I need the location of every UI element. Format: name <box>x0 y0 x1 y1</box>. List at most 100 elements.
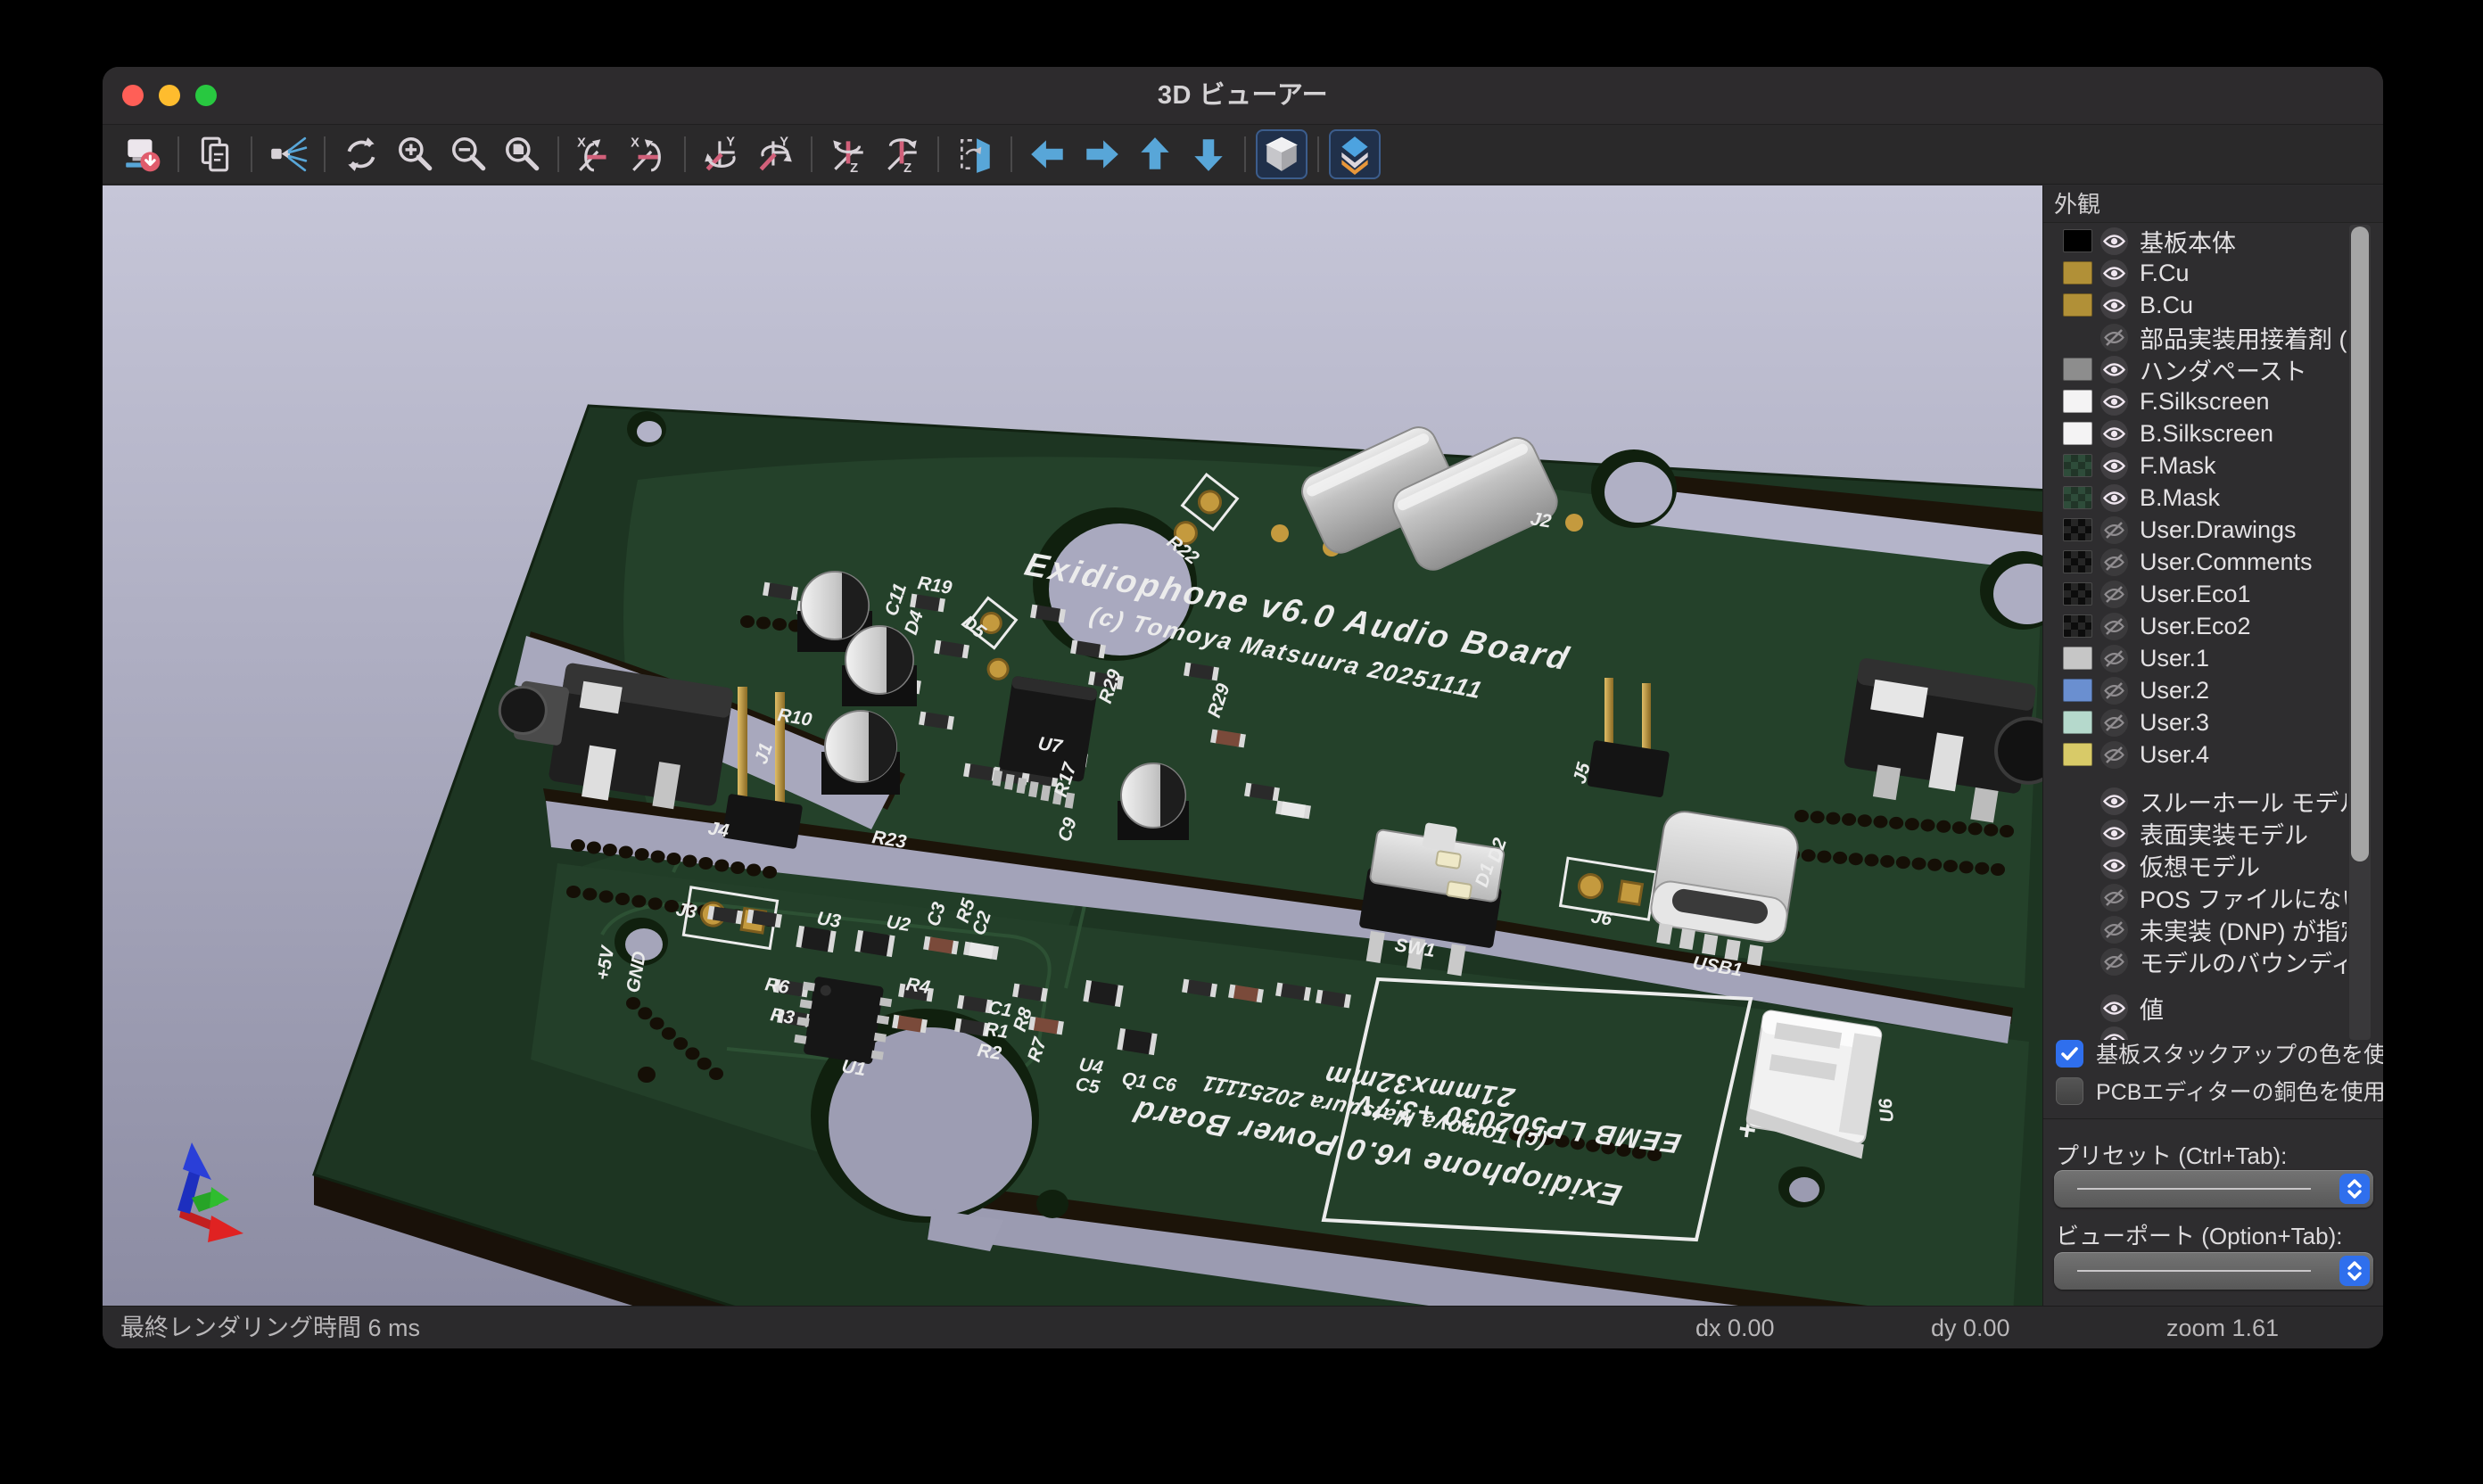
rotate-z-cw-button[interactable]: Z <box>822 129 874 179</box>
pan-left-button[interactable] <box>1022 129 1074 179</box>
layer-label: 仮想モデル <box>2140 848 2347 883</box>
rotate-y-ccw-button[interactable]: Y <box>749 129 801 179</box>
visibility-eye-icon[interactable] <box>2100 994 2128 1022</box>
layer-color-swatch[interactable] <box>2063 261 2092 284</box>
window-title: 3D ビューアー <box>103 67 2383 124</box>
ref-label: C6 <box>1151 1072 1177 1096</box>
visibility-eye-off-icon[interactable] <box>2100 548 2128 576</box>
pan-right-button[interactable] <box>1076 129 1127 179</box>
visibility-eye-off-icon[interactable] <box>2100 645 2128 672</box>
layer-label: B.Mask <box>2140 484 2347 512</box>
svg-text:Z: Z <box>903 161 912 175</box>
toolbar-separator <box>1244 136 1246 172</box>
zoom-in-button[interactable] <box>389 129 441 179</box>
viewport-combo-stepper-icon[interactable] <box>2339 1256 2370 1286</box>
visibility-eye-off-icon[interactable] <box>2100 677 2128 705</box>
zoom-out-button[interactable] <box>442 129 494 179</box>
layer-row: User.2 <box>2043 674 2347 706</box>
layer-color-swatch[interactable] <box>2063 390 2092 413</box>
visibility-eye-icon[interactable] <box>2100 820 2128 847</box>
visibility-eye-off-icon[interactable] <box>2100 324 2128 351</box>
visibility-eye-off-icon[interactable] <box>2100 581 2128 608</box>
viewport-combo-value <box>2077 1270 2311 1272</box>
visibility-eye-icon[interactable] <box>2100 484 2128 512</box>
layer-label: ハンダペースト <box>2140 352 2347 387</box>
ref-label: C5 <box>1074 1074 1101 1098</box>
preset-combo[interactable] <box>2054 1170 2373 1208</box>
pcb-3d-render: Exidiophone v6.0 Audio Board (c) Tomoya … <box>103 186 2042 1306</box>
layer-color-swatch[interactable] <box>2063 454 2092 477</box>
ref-label: U1 <box>840 1056 867 1080</box>
visibility-eye-icon[interactable] <box>2100 388 2128 416</box>
visibility-eye-off-icon[interactable] <box>2100 884 2128 911</box>
layer-row: ハンダペースト <box>2043 353 2347 385</box>
scrollbar-thumb[interactable] <box>2351 227 2369 862</box>
toolbar-separator <box>251 136 252 172</box>
layer-color-swatch[interactable] <box>2063 679 2092 702</box>
visibility-eye-icon[interactable] <box>2100 356 2128 383</box>
visibility-eye-icon[interactable] <box>2100 452 2128 480</box>
viewport-label: ビューポート (Option+Tab): <box>2056 1218 2342 1251</box>
title-bar: 3D ビューアー <box>103 67 2383 125</box>
preset-label: プリセット (Ctrl+Tab): <box>2056 1138 2287 1171</box>
visibility-eye-icon[interactable] <box>2100 787 2128 815</box>
visibility-eye-icon[interactable] <box>2100 292 2128 319</box>
layer-color-swatch[interactable] <box>2063 582 2092 606</box>
svg-text:Y: Y <box>726 136 735 150</box>
layer-row: F.Silkscreen <box>2043 385 2347 417</box>
visibility-eye-off-icon[interactable] <box>2100 613 2128 640</box>
layer-color-swatch[interactable] <box>2063 743 2092 766</box>
layer-color-swatch[interactable] <box>2063 518 2092 541</box>
copy-image-button[interactable] <box>189 129 241 179</box>
checkbox-label: 基板スタックアップの色を使用 <box>2096 1037 2383 1069</box>
layer-label: B.Cu <box>2140 292 2347 319</box>
layer-color-swatch[interactable] <box>2063 293 2092 317</box>
visibility-eye-off-icon[interactable] <box>2100 916 2128 944</box>
panel-scrollbar[interactable] <box>2349 225 2371 1040</box>
visibility-eye-icon[interactable] <box>2100 227 2128 255</box>
layer-color-swatch[interactable] <box>2063 550 2092 573</box>
layer-color-swatch[interactable] <box>2063 614 2092 638</box>
layer-color-swatch[interactable] <box>2063 647 2092 670</box>
layer-color-swatch[interactable] <box>2063 486 2092 509</box>
checkbox-row: PCBエディターの銅色を使用 <box>2056 1076 2383 1106</box>
preset-combo-stepper-icon[interactable] <box>2339 1174 2370 1204</box>
layer-row: User.Eco2 <box>2043 610 2347 642</box>
model-option-row: スルーホール モデル <box>2043 785 2347 817</box>
rotate-x-ccw-button[interactable]: X <box>623 129 674 179</box>
rotate-z-ccw-button[interactable]: Z <box>876 129 928 179</box>
rotate-y-cw-button[interactable]: Y <box>696 129 747 179</box>
ref-label: J6 <box>1589 906 1613 929</box>
layer-color-swatch[interactable] <box>2063 358 2092 381</box>
zoom-fit-button[interactable] <box>496 129 548 179</box>
appearance-panel-toggle[interactable] <box>1329 129 1381 179</box>
pan-up-button[interactable] <box>1129 129 1181 179</box>
flip-board-button[interactable] <box>949 129 1001 179</box>
layer-color-swatch[interactable] <box>2063 422 2092 445</box>
checked-checkbox[interactable] <box>2056 1040 2083 1068</box>
layer-list: 基板本体F.CuB.Cu部品実装用接着剤 (AdheハンダペーストF.Silks… <box>2043 225 2347 771</box>
layer-label: User.Eco1 <box>2140 581 2347 608</box>
visibility-eye-off-icon[interactable] <box>2100 741 2128 769</box>
visibility-eye-off-icon[interactable] <box>2100 709 2128 737</box>
raytracing-button[interactable] <box>262 129 314 179</box>
layer-label: User.1 <box>2140 645 2347 672</box>
visibility-eye-off-icon[interactable] <box>2100 516 2128 544</box>
rotate-x-cw-button[interactable]: X <box>569 129 621 179</box>
layer-color-swatch[interactable] <box>2063 229 2092 252</box>
viewport-combo[interactable] <box>2054 1252 2373 1290</box>
3d-viewport[interactable]: Exidiophone v6.0 Audio Board (c) Tomoya … <box>103 186 2042 1306</box>
pan-down-button[interactable] <box>1183 129 1234 179</box>
redraw-button[interactable] <box>335 129 387 179</box>
appearance-panel: 外観 基板本体F.CuB.Cu部品実装用接着剤 (AdheハンダペーストF.Si… <box>2042 186 2383 1306</box>
layer-color-swatch[interactable] <box>2063 711 2092 734</box>
visibility-eye-off-icon[interactable] <box>2100 948 2128 976</box>
orthographic-toggle[interactable] <box>1256 129 1307 179</box>
visibility-eye-icon[interactable] <box>2100 260 2128 287</box>
visibility-eye-icon[interactable] <box>2100 420 2128 448</box>
visibility-eye-icon[interactable] <box>2100 852 2128 879</box>
export-image-button[interactable] <box>116 129 168 179</box>
ref-label: J4 <box>706 818 730 841</box>
layer-label: POS ファイルにないモデ <box>2140 880 2347 915</box>
unchecked-checkbox[interactable] <box>2056 1077 2083 1105</box>
